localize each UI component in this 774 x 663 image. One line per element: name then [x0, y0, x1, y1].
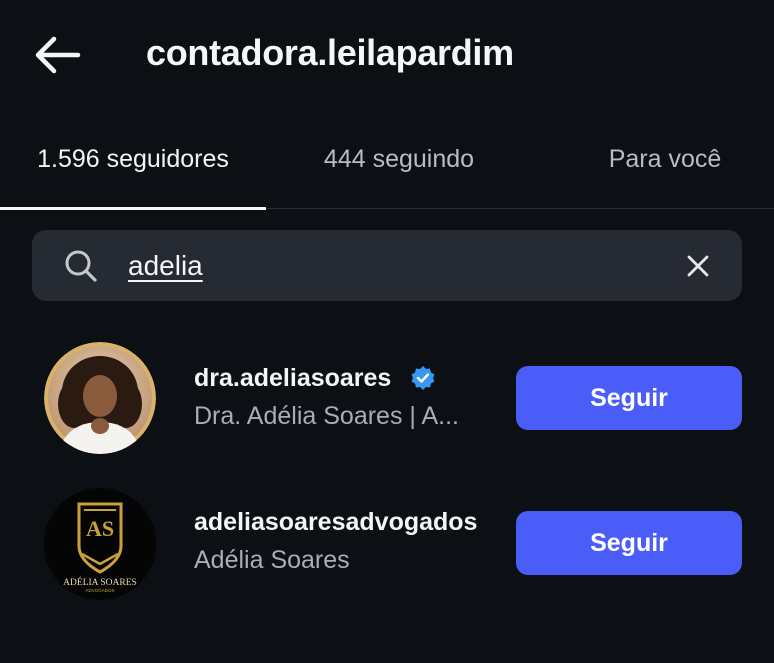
follow-button[interactable]: Seguir: [516, 511, 742, 575]
active-tab-indicator: [0, 207, 266, 210]
logo-subtext: ADVOGADOS: [85, 588, 114, 593]
username: adeliasoaresadvogados: [194, 508, 478, 536]
followers-screen: contadora.leilapardim 1.596 seguidores 4…: [0, 0, 774, 663]
law-firm-logo: AS ADÉLIA SOARES ADVOGADOS: [44, 488, 156, 600]
close-icon[interactable]: [684, 252, 712, 280]
arrow-left-icon: [35, 36, 81, 74]
verified-badge-icon: [411, 366, 435, 390]
username: dra.adeliasoares: [194, 364, 392, 392]
search-icon: [65, 250, 97, 282]
tab-for-you-label: Para você: [608, 145, 722, 173]
profile-photo: [44, 342, 156, 454]
tab-bar: 1.596 seguidores 444 seguindo Para você: [0, 122, 774, 210]
tab-followers-label: 1.596 seguidores: [37, 145, 229, 173]
logo-monogram: AS: [86, 516, 114, 541]
tab-following[interactable]: 444 seguindo: [266, 122, 532, 208]
tab-followers[interactable]: 1.596 seguidores: [0, 122, 266, 210]
follow-button[interactable]: Seguir: [516, 366, 742, 430]
tab-for-you[interactable]: Para você: [532, 122, 774, 208]
full-name: Dra. Adélia Soares | A...: [194, 402, 459, 430]
full-name: Adélia Soares: [194, 546, 350, 574]
back-button[interactable]: [28, 30, 84, 80]
page-title: contadora.leilapardim: [146, 32, 514, 73]
list-item[interactable]: AS ADÉLIA SOARES ADVOGADOS adeliasoaresa…: [0, 484, 774, 604]
avatar[interactable]: AS ADÉLIA SOARES ADVOGADOS: [44, 488, 156, 600]
avatar[interactable]: [44, 342, 156, 454]
tab-following-label: 444 seguindo: [323, 145, 475, 173]
logo-text: ADÉLIA SOARES: [63, 576, 137, 588]
search-input[interactable]: [128, 246, 648, 286]
list-item[interactable]: dra.adeliasoares Dra. Adélia Soares | A.…: [0, 338, 774, 458]
header: contadora.leilapardim: [0, 0, 774, 110]
